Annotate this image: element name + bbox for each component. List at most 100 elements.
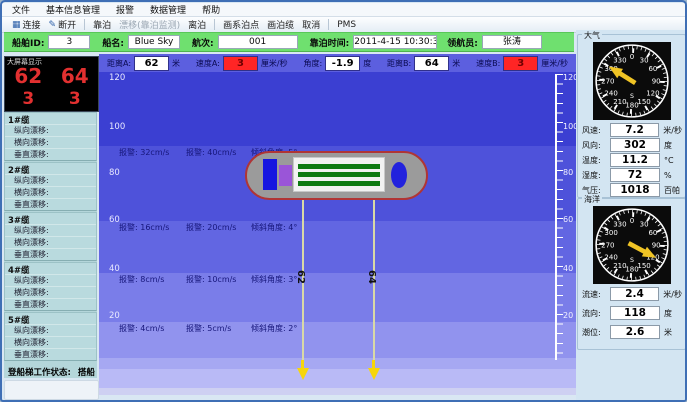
group-title: 3#缆 — [5, 213, 96, 224]
ship-name-field[interactable]: Blue Sky — [128, 35, 180, 49]
ship-id-field[interactable]: 3 — [48, 35, 90, 49]
draw-mooring-point-button[interactable]: 画系泊点 — [223, 18, 259, 31]
berth-time-field[interactable]: 2011-4-15 10:30:36 — [353, 35, 437, 49]
angle-field: 角度: -1.9 度 — [303, 56, 371, 71]
distance-b-value: 64 — [414, 56, 449, 71]
menu-item-file[interactable]: 文件 — [12, 3, 30, 16]
sensor-arrow-a-head — [297, 368, 309, 380]
speed-b-value: 3 — [503, 56, 538, 71]
distance-b-field: 距离B: 64 米 — [387, 56, 460, 71]
drift-item: 纵向漂移: — [5, 274, 96, 286]
wind-direction-value: 302 — [610, 138, 660, 152]
plot-band — [99, 221, 576, 273]
pilot-field[interactable]: 张涛 — [482, 35, 542, 49]
environment-panel: 大气 0 30 60 90 120 150 180 210 240 270 — [576, 30, 687, 400]
humidity-value: 72 — [610, 168, 660, 182]
drift-item: 垂直漂移: — [5, 348, 96, 360]
draw-mooring-line-button[interactable]: 画泊缆 — [267, 18, 294, 31]
gauge-tick: 330 — [613, 219, 626, 228]
tide-level-value: 2.6 — [610, 325, 660, 339]
distance-a-field: 距离A: 62 米 — [107, 56, 180, 71]
gauge-tick: 0 — [629, 216, 633, 225]
speed-a-unit: 厘米/秒 — [261, 58, 288, 69]
tide-level-label: 潮位: — [582, 327, 610, 338]
atmosphere-groupbox: 大气 0 30 60 90 120 150 180 210 240 270 — [577, 34, 686, 198]
current-direction-unit: 度 — [664, 308, 672, 319]
mooring-sidebar: 1#缆 纵向漂移: 横向漂移: 垂直漂移: 2#缆 纵向漂移: 横向漂移: 垂直… — [4, 112, 97, 378]
gauge-south-mark: S — [630, 93, 634, 100]
gauge-tick: 150 — [637, 97, 650, 106]
left-scale-40: 40 — [109, 264, 120, 274]
gauge-tick: 60 — [648, 64, 657, 73]
wind-direction-row: 风向: 302 度 — [582, 138, 682, 152]
big-display-distance-b: 64 — [61, 64, 89, 88]
speed-a-field: 速度A: 3 厘米/秒 — [196, 56, 288, 71]
alarm-a: 报警: 4cm/s — [119, 323, 164, 334]
voyage-label: 航次: — [192, 36, 214, 49]
mooring-group-5: 5#缆 纵向漂移: 横向漂移: 垂直漂移: — [4, 312, 97, 361]
berthing-plot: 120 100 80 60 40 20 120 100 80 60 40 20 … — [99, 72, 576, 395]
disconnect-button[interactable]: ✎ 断开 — [49, 18, 77, 31]
menu-item-alarm[interactable]: 报警 — [116, 3, 134, 16]
connect-button[interactable]: ▦ 连接 — [12, 18, 41, 31]
menu-item-basic-info[interactable]: 基本信息管理 — [46, 3, 100, 16]
menu-item-data-management[interactable]: 数据管理 — [150, 3, 186, 16]
mooring-group-2: 2#缆 纵向漂移: 横向漂移: 垂直漂移: — [4, 162, 97, 211]
drift-item: 垂直漂移: — [5, 198, 96, 210]
alarm-a: 报警: 16cm/s — [119, 222, 169, 233]
gauge-tick: 30 — [639, 219, 648, 228]
app-window: 文件 基本信息管理 报警 数据管理 帮助 ▦ 连接 ✎ 断开 靠泊 漂移(靠泊监… — [0, 0, 687, 402]
atmosphere-title: 大气 — [582, 30, 602, 41]
alarm-b: 报警: 20cm/s — [186, 222, 236, 233]
plot-band — [99, 273, 576, 322]
alarm-a: 报警: 32cm/s — [119, 147, 169, 158]
menu-bar: 文件 基本信息管理 报警 数据管理 帮助 — [2, 3, 685, 17]
hatch-stripe — [298, 172, 380, 177]
humidity-unit: % — [664, 171, 672, 180]
cancel-button[interactable]: 取消 — [302, 18, 320, 31]
current-direction-row: 流向: 118 度 — [582, 306, 682, 320]
ocean-groupbox: 海洋 0 30 60 90 120 150 180 210 240 270 — [577, 198, 686, 350]
connect-icon: ▦ — [12, 20, 21, 30]
connect-label: 连接 — [23, 18, 41, 31]
angle-unit: 度 — [363, 58, 371, 69]
menu-item-help[interactable]: 帮助 — [202, 3, 220, 16]
mooring-group-1: 1#缆 纵向漂移: 横向漂移: 垂直漂移: — [4, 112, 97, 161]
gauge-tick: 330 — [613, 55, 626, 64]
ship-name-label: 船名: — [102, 36, 124, 49]
gauge-tick: 270 — [601, 76, 614, 85]
tide-level-unit: 米 — [664, 327, 672, 338]
toolbar-separator — [214, 19, 215, 30]
left-scale-100: 100 — [109, 122, 125, 132]
right-scale-120: 120 — [563, 73, 576, 82]
left-scale-120: 120 — [109, 73, 125, 83]
berth-button[interactable]: 靠泊 — [93, 18, 111, 31]
ship-info-bar: 船舶ID: 3 船名: Blue Sky 航次: 001 靠泊时间: 2011-… — [4, 32, 574, 52]
group-title: 1#缆 — [5, 113, 96, 124]
toolbar-separator — [328, 19, 329, 30]
readout-bar: 距离A: 62 米 速度A: 3 厘米/秒 角度: -1.9 度 距离B: 64… — [99, 54, 576, 72]
ship-bow-ellipse — [391, 162, 407, 188]
drift-item: 纵向漂移: — [5, 224, 96, 236]
gauge-tick: 30 — [639, 55, 648, 64]
alarm-b: 报警: 10cm/s — [186, 274, 236, 285]
gauge-tick: 0 — [629, 52, 633, 61]
unberth-button[interactable]: 离泊 — [188, 18, 206, 31]
ship-id-label: 船舶ID: — [12, 36, 44, 49]
gauge-south-mark: S — [630, 257, 634, 264]
gauge-tick: 240 — [604, 252, 617, 261]
alarm-b: 报警: 40cm/s — [186, 147, 236, 158]
gauge-tick: 240 — [604, 88, 617, 97]
drift-item: 纵向漂移: — [5, 174, 96, 186]
alarm-a: 报警: 8cm/s — [119, 274, 164, 285]
wind-speed-label: 风速: — [582, 125, 610, 136]
drift-item: 垂直漂移: — [5, 148, 96, 160]
speed-b-label: 速度B: — [476, 58, 500, 69]
big-display-speed-b: 3 — [69, 89, 81, 109]
right-scale-20: 20 — [563, 311, 573, 320]
gauge-tick: 90 — [651, 240, 660, 249]
pressure-value: 1018 — [610, 183, 660, 197]
pms-button[interactable]: PMS — [337, 20, 356, 30]
voyage-field[interactable]: 001 — [218, 35, 298, 49]
plot-band — [99, 72, 576, 146]
